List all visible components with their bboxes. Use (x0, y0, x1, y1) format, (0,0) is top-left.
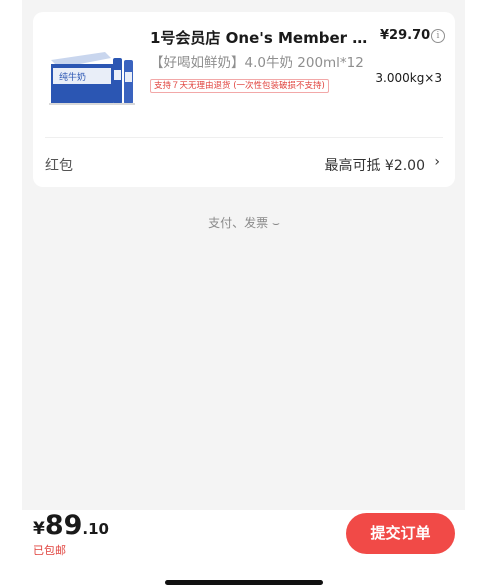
free-shipping-label: 已包邮 (33, 544, 66, 557)
product-quantity: 3.000kg×3 (375, 71, 442, 85)
home-indicator[interactable] (165, 580, 323, 585)
total-integer: 89 (44, 510, 83, 541)
info-icon[interactable]: i (431, 29, 445, 43)
hongbao-discount-value[interactable]: 最高可抵 ¥2.00 (324, 155, 425, 175)
order-item-card: 纯牛奶 1号会员店 One's Member 全… 【好喝如鲜奶】4.0牛奶 2… (33, 12, 455, 187)
thumbnail-label: 纯牛奶 (59, 71, 86, 83)
currency-symbol: ¥ (33, 519, 45, 539)
payment-invoice-toggle[interactable]: 支付、发票 ⌣ (0, 214, 488, 231)
product-spec: 【好喝如鲜奶】4.0牛奶 200ml*12 (150, 55, 364, 71)
chevron-right-icon[interactable]: › (434, 154, 440, 170)
total-decimal: .10 (82, 520, 109, 538)
product-thumbnail[interactable]: 纯牛奶 (45, 46, 137, 108)
product-title[interactable]: 1号会员店 One's Member 全… (150, 27, 368, 48)
submit-order-button[interactable]: 提交订单 (346, 513, 455, 554)
hongbao-label: 红包 (45, 158, 73, 174)
return-policy-badge: 支持７天无理由退货 (一次性包装破损不支持) (150, 79, 329, 93)
total-price: ¥89.10 (33, 510, 109, 541)
product-price: ¥29.70 (380, 28, 431, 43)
divider (45, 137, 443, 138)
